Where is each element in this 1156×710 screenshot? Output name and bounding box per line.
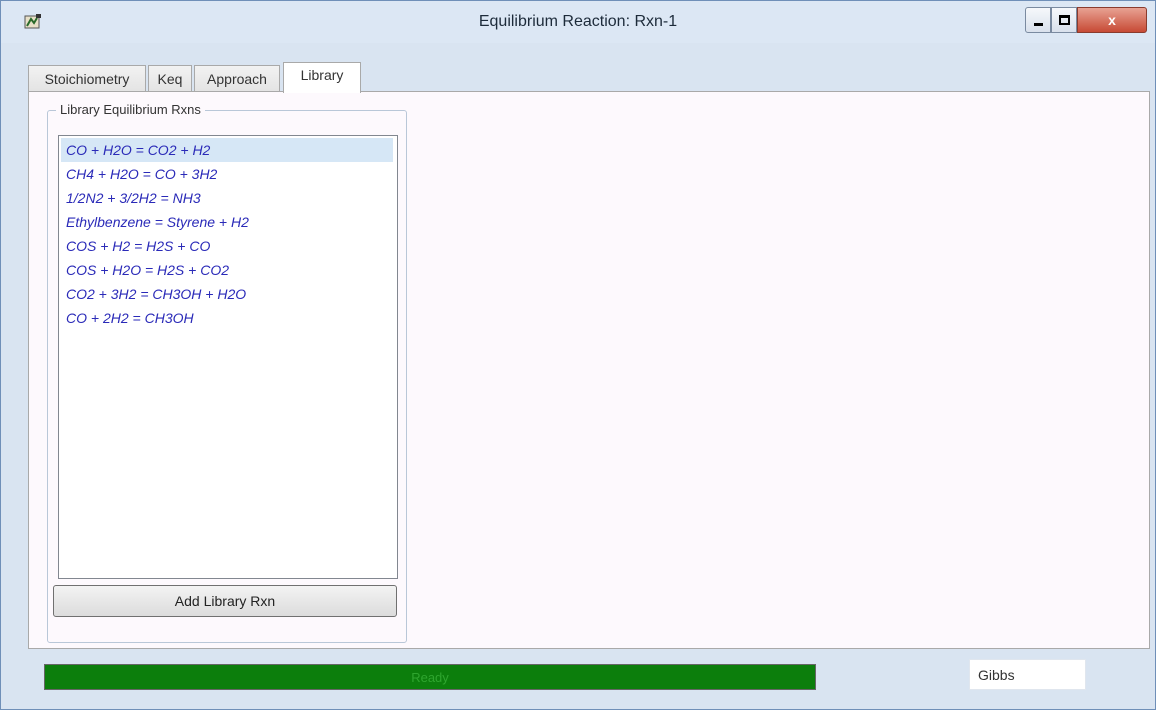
- groupbox-label: Library Equilibrium Rxns: [56, 102, 205, 117]
- title-bar[interactable]: Equilibrium Reaction: Rxn-1 x: [1, 1, 1155, 43]
- list-item[interactable]: COS + H2O = H2S + CO2: [59, 258, 397, 282]
- library-tab-panel: Library Equilibrium Rxns CO + H2O = CO2 …: [28, 91, 1150, 649]
- tab-keq[interactable]: Keq: [148, 65, 192, 92]
- tab-approach[interactable]: Approach: [194, 65, 280, 92]
- library-groupbox: Library Equilibrium Rxns CO + H2O = CO2 …: [47, 102, 407, 643]
- tab-stoichiometry[interactable]: Stoichiometry: [28, 65, 146, 92]
- close-icon: x: [1108, 12, 1116, 28]
- method-field[interactable]: Gibbs: [969, 659, 1086, 690]
- maximize-icon: [1059, 15, 1070, 25]
- list-item[interactable]: CH4 + H2O = CO + 3H2: [59, 162, 397, 186]
- progress-status-text: Ready: [411, 670, 449, 685]
- window-title: Equilibrium Reaction: Rxn-1: [478, 13, 678, 30]
- minimize-button[interactable]: [1025, 7, 1051, 33]
- list-item[interactable]: Ethylbenzene = Styrene + H2: [59, 210, 397, 234]
- reaction-listbox[interactable]: CO + H2O = CO2 + H2 CH4 + H2O = CO + 3H2…: [58, 135, 398, 579]
- list-item[interactable]: 1/2N2 + 3/2H2 = NH3: [59, 186, 397, 210]
- add-library-rxn-button[interactable]: Add Library Rxn: [53, 585, 397, 617]
- list-item[interactable]: CO + H2O = CO2 + H2: [61, 138, 393, 162]
- tab-library[interactable]: Library: [283, 62, 361, 93]
- maximize-button[interactable]: [1051, 7, 1077, 33]
- window: Equilibrium Reaction: Rxn-1 x Stoichiome…: [0, 0, 1156, 710]
- list-item[interactable]: CO + 2H2 = CH3OH: [59, 306, 397, 330]
- minimize-icon: [1034, 23, 1043, 26]
- list-item[interactable]: CO2 + 3H2 = CH3OH + H2O: [59, 282, 397, 306]
- status-progress-bar: Ready: [44, 664, 816, 690]
- list-item[interactable]: COS + H2 = H2S + CO: [59, 234, 397, 258]
- close-button[interactable]: x: [1077, 7, 1147, 33]
